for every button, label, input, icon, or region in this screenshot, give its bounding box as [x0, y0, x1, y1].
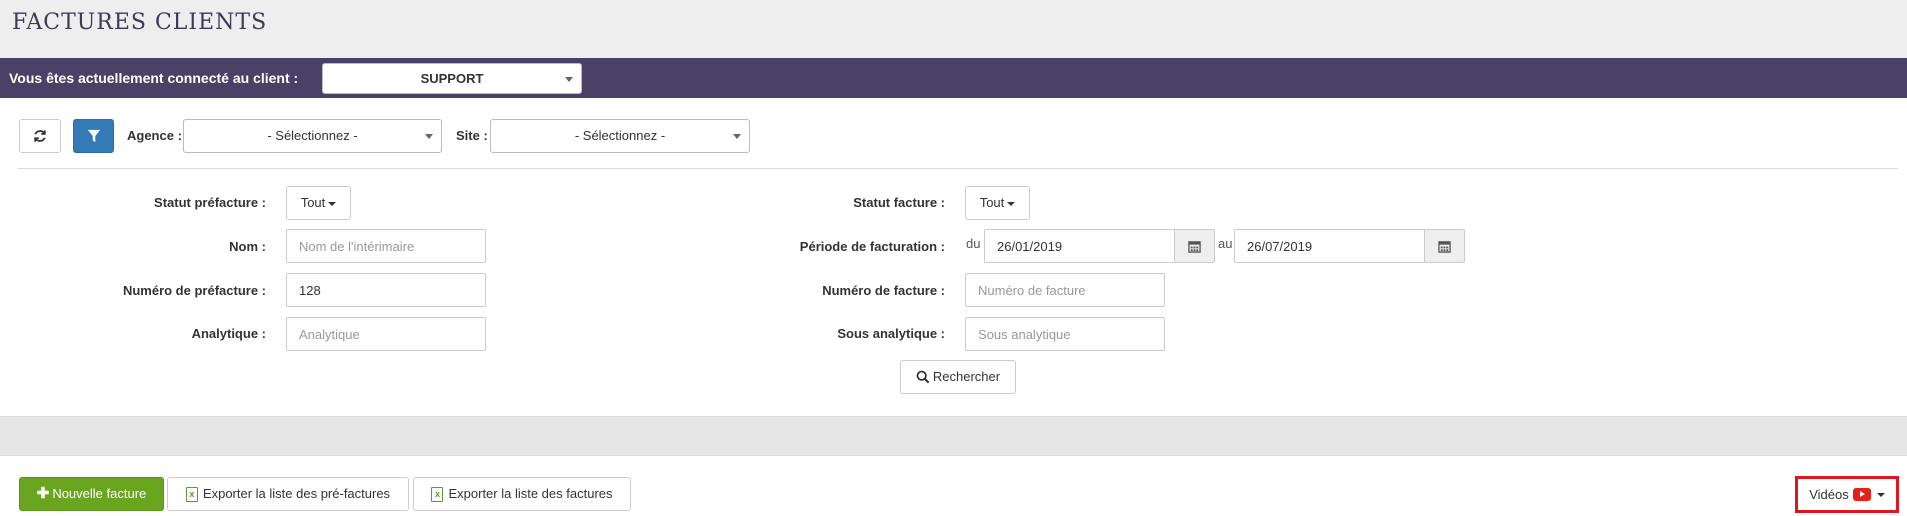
- export-prefactures-button[interactable]: x Exporter la liste des pré-factures: [167, 477, 409, 511]
- site-select[interactable]: - Sélectionnez -: [490, 119, 750, 153]
- site-select-value: - Sélectionnez -: [574, 128, 666, 143]
- caret-down-icon: [1876, 492, 1885, 497]
- client-bar-label: Vous êtes actuellement connecté au clien…: [9, 70, 299, 86]
- analytique-label: Analytique :: [191, 326, 266, 341]
- youtube-icon: [1852, 488, 1871, 501]
- analytique-input[interactable]: [286, 317, 486, 351]
- date-from-calendar-button[interactable]: [1175, 229, 1215, 263]
- du-label: du: [966, 236, 981, 251]
- page-header: FACTURES CLIENTS: [0, 0, 1907, 58]
- sous-analytique-input[interactable]: [965, 317, 1165, 351]
- export-factures-button[interactable]: x Exporter la liste des factures: [413, 477, 631, 511]
- statut-facture-value: Tout: [979, 195, 1005, 210]
- caret-down-icon: [328, 201, 337, 206]
- excel-file-icon: x: [431, 487, 444, 503]
- site-label: Site :: [456, 128, 488, 143]
- page-title: FACTURES CLIENTS: [12, 10, 268, 35]
- nom-label: Nom :: [229, 239, 266, 254]
- filter-button[interactable]: [73, 119, 114, 153]
- statut-prefacture-value: Tout: [300, 195, 326, 210]
- new-invoice-button[interactable]: ✚ Nouvelle facture: [19, 477, 164, 511]
- agence-select[interactable]: - Sélectionnez -: [183, 119, 442, 153]
- numero-facture-label: Numéro de facture :: [822, 283, 945, 298]
- statut-prefacture-label: Statut préfacture :: [154, 195, 266, 210]
- statut-prefacture-dropdown[interactable]: Tout: [286, 186, 351, 220]
- export-prefactures-label: Exporter la liste des pré-factures: [202, 486, 391, 501]
- statut-facture-dropdown[interactable]: Tout: [965, 186, 1030, 220]
- periode-label: Période de facturation :: [799, 239, 945, 254]
- chevron-down-icon: [733, 134, 741, 139]
- numero-facture-input[interactable]: [965, 273, 1165, 307]
- statut-facture-label: Statut facture :: [853, 195, 945, 210]
- client-bar: Vous êtes actuellement connecté au clien…: [0, 58, 1907, 98]
- separator-band: [0, 416, 1907, 456]
- client-select[interactable]: SUPPORT: [322, 63, 582, 94]
- date-from-input[interactable]: [984, 229, 1175, 263]
- refresh-button[interactable]: [19, 119, 61, 153]
- search-button[interactable]: Rechercher: [900, 360, 1016, 394]
- calendar-icon: [1188, 240, 1201, 253]
- refresh-icon: [34, 129, 46, 142]
- client-select-value: SUPPORT: [420, 71, 484, 86]
- agence-select-value: - Sélectionnez -: [267, 128, 358, 143]
- au-label: au: [1218, 236, 1233, 251]
- sous-analytique-label: Sous analytique :: [837, 326, 945, 341]
- calendar-icon: [1438, 240, 1451, 253]
- nom-input[interactable]: [286, 229, 486, 263]
- videos-label: Vidéos: [1809, 487, 1849, 502]
- excel-file-icon: x: [185, 487, 198, 503]
- plus-icon: ✚: [36, 485, 50, 502]
- numero-prefacture-input[interactable]: [286, 273, 486, 307]
- chevron-down-icon: [565, 77, 573, 82]
- filter-icon: [87, 129, 100, 142]
- date-to-input[interactable]: [1234, 229, 1425, 263]
- videos-dropdown[interactable]: Vidéos: [1795, 476, 1899, 513]
- numero-prefacture-label: Numéro de préfacture :: [122, 283, 266, 298]
- date-to-calendar-button[interactable]: [1425, 229, 1465, 263]
- filter-panel: Agence : - Sélectionnez - Site : - Sélec…: [0, 98, 1907, 416]
- export-factures-label: Exporter la liste des factures: [448, 486, 613, 501]
- chevron-down-icon: [425, 134, 433, 139]
- search-button-label: Rechercher: [932, 369, 1001, 384]
- action-bar: ✚ Nouvelle facture x Exporter la liste des…: [0, 456, 1907, 516]
- caret-down-icon: [1007, 201, 1016, 206]
- new-invoice-label: Nouvelle facture: [52, 486, 147, 501]
- search-icon: [916, 370, 930, 383]
- agence-label: Agence :: [127, 128, 182, 143]
- divider: [18, 168, 1898, 169]
